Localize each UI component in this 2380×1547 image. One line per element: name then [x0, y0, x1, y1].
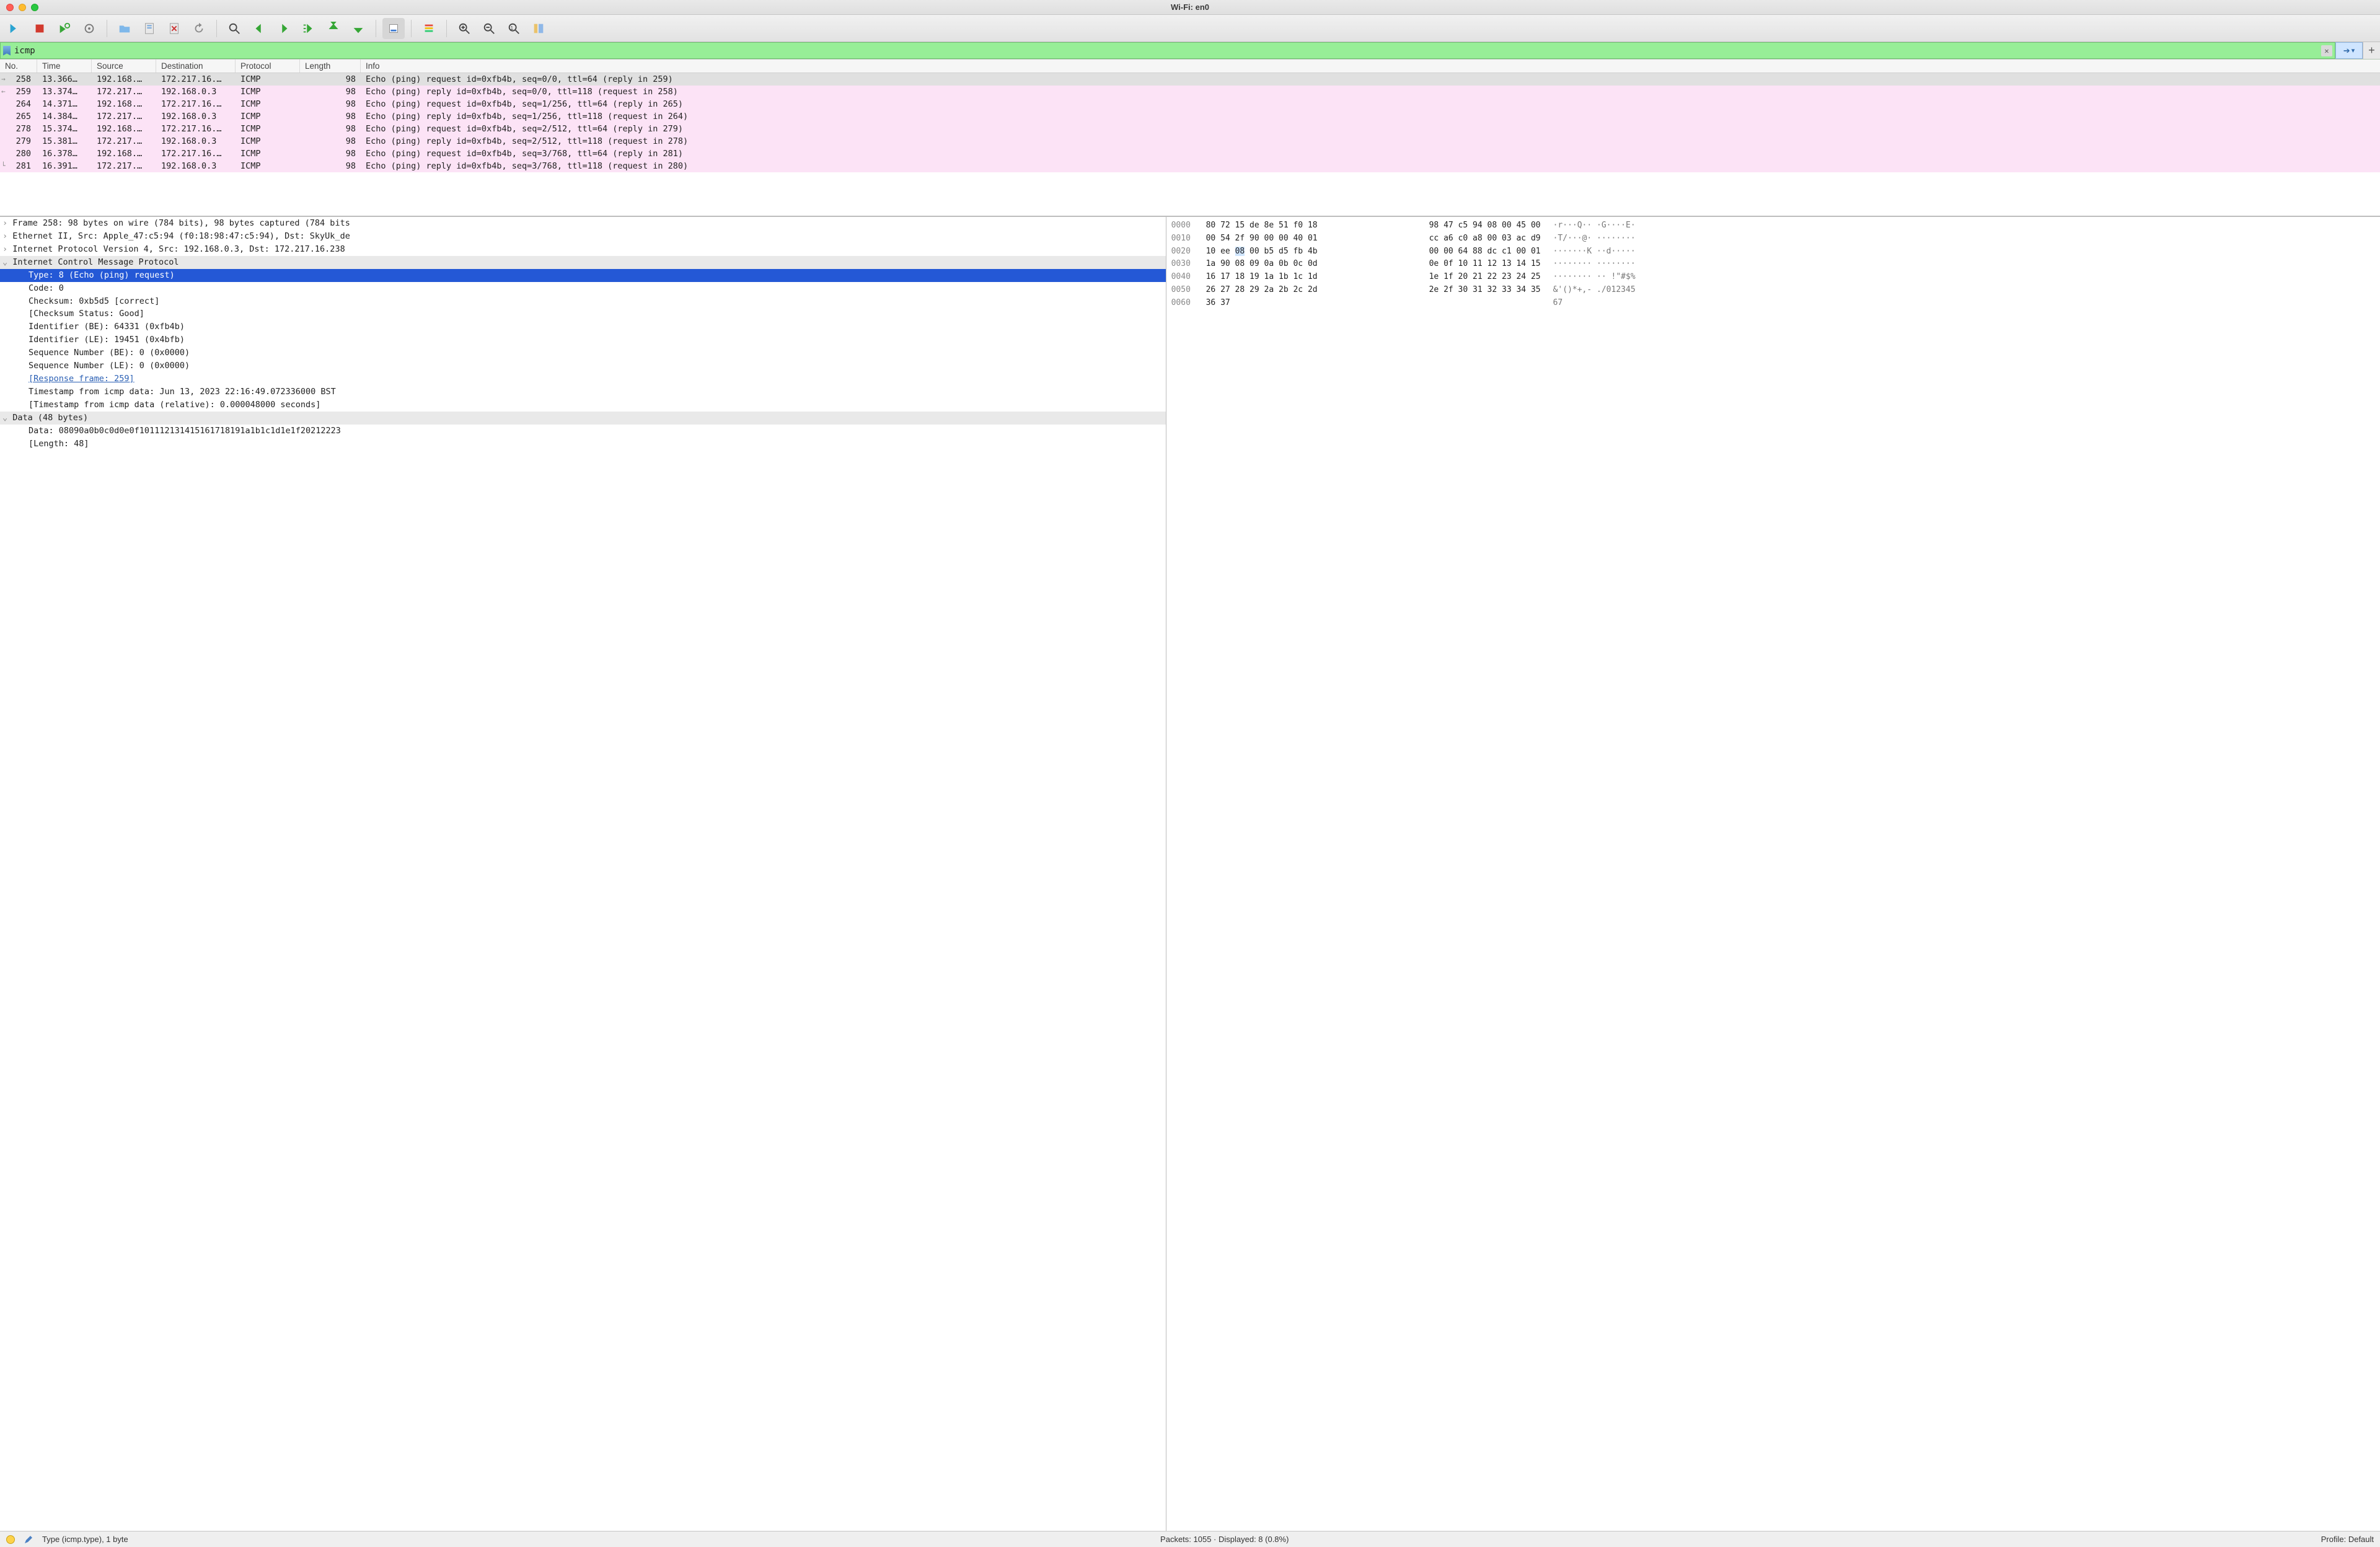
- status-field-info: Type (icmp.type), 1 byte: [42, 1535, 128, 1544]
- hex-row[interactable]: 00301a 90 08 09 0a 0b 0c 0d 0e 0f 10 11 …: [1171, 258, 2375, 271]
- packet-list[interactable]: No. Time Source Destination Protocol Len…: [0, 60, 2380, 216]
- hex-row[interactable]: 002010 ee 08 00 b5 d5 fb 4b 00 00 64 88 …: [1171, 245, 2375, 258]
- tree-icmp-seqle[interactable]: Sequence Number (LE): 0 (0x0000): [0, 359, 1166, 372]
- packet-row[interactable]: →25813.366…192.168.…172.217.16.…ICMP98Ec…: [0, 73, 2380, 86]
- packet-row[interactable]: 27815.374…192.168.…172.217.16.…ICMP98Ech…: [0, 123, 2380, 135]
- tree-icmp-ts[interactable]: Timestamp from icmp data: Jun 13, 2023 2…: [0, 386, 1166, 399]
- clear-filter-button[interactable]: ✕: [2321, 45, 2332, 56]
- col-dest[interactable]: Destination: [156, 60, 236, 73]
- packet-details[interactable]: Frame 258: 98 bytes on wire (784 bits), …: [0, 217, 1166, 1531]
- tree-icmp-resp[interactable]: [Response frame: 259]: [0, 372, 1166, 386]
- zoom-reset-button[interactable]: 1: [503, 18, 525, 39]
- hex-row[interactable]: 000080 72 15 de 8e 51 f0 18 98 47 c5 94 …: [1171, 219, 2375, 232]
- window-close-icon[interactable]: [6, 4, 14, 11]
- window-minimize-icon[interactable]: [19, 4, 26, 11]
- capture-options-button[interactable]: [78, 18, 100, 39]
- save-file-button[interactable]: [138, 18, 161, 39]
- display-filter-bar: icmp ✕ ➔▾ +: [0, 42, 2380, 60]
- tree-data-len[interactable]: [Length: 48]: [0, 438, 1166, 451]
- tree-icmp-idle[interactable]: Identifier (LE): 19451 (0x4bfb): [0, 333, 1166, 346]
- col-no[interactable]: No.: [0, 60, 37, 73]
- filter-add-button[interactable]: +: [2363, 42, 2380, 59]
- resize-columns-button[interactable]: [527, 18, 550, 39]
- col-info[interactable]: Info: [361, 60, 2380, 73]
- hex-row[interactable]: 001000 54 2f 90 00 00 40 01 cc a6 c0 a8 …: [1171, 232, 2375, 245]
- tree-icmp-cksum[interactable]: Checksum: 0xb5d5 [correct]: [0, 295, 1166, 308]
- packet-row[interactable]: 28016.378…192.168.…172.217.16.…ICMP98Ech…: [0, 148, 2380, 160]
- tree-icmp-seqbe[interactable]: Sequence Number (BE): 0 (0x0000): [0, 346, 1166, 359]
- hex-row[interactable]: 006036 37 67: [1171, 297, 2375, 310]
- close-file-button[interactable]: [163, 18, 185, 39]
- filter-apply-button[interactable]: ➔▾: [2335, 42, 2363, 59]
- status-bar: Type (icmp.type), 1 byte Packets: 1055 ·…: [0, 1531, 2380, 1547]
- packet-row[interactable]: 26414.371…192.168.…172.217.16.…ICMP98Ech…: [0, 98, 2380, 110]
- window-zoom-icon[interactable]: [31, 4, 38, 11]
- edit-icon[interactable]: [24, 1535, 33, 1545]
- tree-eth[interactable]: Ethernet II, Src: Apple_47:c5:94 (f0:18:…: [0, 230, 1166, 243]
- go-first-button[interactable]: [322, 18, 345, 39]
- titlebar: Wi-Fi: en0: [0, 0, 2380, 15]
- go-to-packet-button[interactable]: [298, 18, 320, 39]
- tree-icmp-idbe[interactable]: Identifier (BE): 64331 (0xfb4b): [0, 320, 1166, 333]
- col-proto[interactable]: Protocol: [236, 60, 300, 73]
- packet-row[interactable]: 27915.381…172.217.…192.168.0.3ICMP98Echo…: [0, 135, 2380, 148]
- bookmark-icon[interactable]: [3, 46, 11, 56]
- svg-text:1: 1: [511, 25, 514, 30]
- display-filter-text: icmp: [14, 46, 2321, 56]
- tree-icmp-ckstat[interactable]: [Checksum Status: Good]: [0, 307, 1166, 320]
- tree-frame[interactable]: Frame 258: 98 bytes on wire (784 bits), …: [0, 217, 1166, 230]
- tree-icmp-code[interactable]: Code: 0: [0, 282, 1166, 295]
- packet-row[interactable]: 26514.384…172.217.…192.168.0.3ICMP98Echo…: [0, 110, 2380, 123]
- packet-list-header[interactable]: No. Time Source Destination Protocol Len…: [0, 60, 2380, 73]
- display-filter-input[interactable]: icmp ✕: [0, 42, 2335, 59]
- packet-row[interactable]: └28116.391…172.217.…192.168.0.3ICMP98Ech…: [0, 160, 2380, 172]
- tree-data-hdr[interactable]: Data (48 bytes): [0, 412, 1166, 425]
- go-back-button[interactable]: [248, 18, 270, 39]
- packet-row[interactable]: ←25913.374…172.217.…192.168.0.3ICMP98Ech…: [0, 86, 2380, 98]
- open-file-button[interactable]: [113, 18, 136, 39]
- tree-icmp-type[interactable]: Type: 8 (Echo (ping) request): [0, 269, 1166, 282]
- zoom-in-button[interactable]: [453, 18, 475, 39]
- col-time[interactable]: Time: [37, 60, 92, 73]
- reload-button[interactable]: [188, 18, 210, 39]
- window-title: Wi-Fi: en0: [0, 2, 2380, 12]
- zoom-out-button[interactable]: [478, 18, 500, 39]
- col-source[interactable]: Source: [92, 60, 156, 73]
- tree-data[interactable]: Data: 08090a0b0c0d0e0f101112131415161718…: [0, 425, 1166, 438]
- hex-row[interactable]: 005026 27 28 29 2a 2b 2c 2d 2e 2f 30 31 …: [1171, 284, 2375, 297]
- status-packet-count: Packets: 1055 · Displayed: 8 (0.8%): [1160, 1535, 1289, 1544]
- toolbar: 1: [0, 15, 2380, 42]
- autoscroll-button[interactable]: [382, 18, 405, 39]
- find-button[interactable]: [223, 18, 245, 39]
- tree-icmp[interactable]: Internet Control Message Protocol: [0, 256, 1166, 269]
- go-last-button[interactable]: [347, 18, 369, 39]
- hex-row[interactable]: 004016 17 18 19 1a 1b 1c 1d 1e 1f 20 21 …: [1171, 271, 2375, 284]
- start-capture-button[interactable]: [4, 18, 26, 39]
- tree-icmp-tsrel[interactable]: [Timestamp from icmp data (relative): 0.…: [0, 399, 1166, 412]
- colorize-button[interactable]: [418, 18, 440, 39]
- expert-info-icon[interactable]: [6, 1535, 15, 1544]
- tree-ip[interactable]: Internet Protocol Version 4, Src: 192.16…: [0, 243, 1166, 256]
- stop-capture-button[interactable]: [29, 18, 51, 39]
- packet-bytes[interactable]: 000080 72 15 de 8e 51 f0 18 98 47 c5 94 …: [1166, 217, 2380, 1531]
- col-len[interactable]: Length: [300, 60, 361, 73]
- go-forward-button[interactable]: [273, 18, 295, 39]
- status-profile[interactable]: Profile: Default: [2321, 1535, 2374, 1544]
- restart-capture-button[interactable]: [53, 18, 76, 39]
